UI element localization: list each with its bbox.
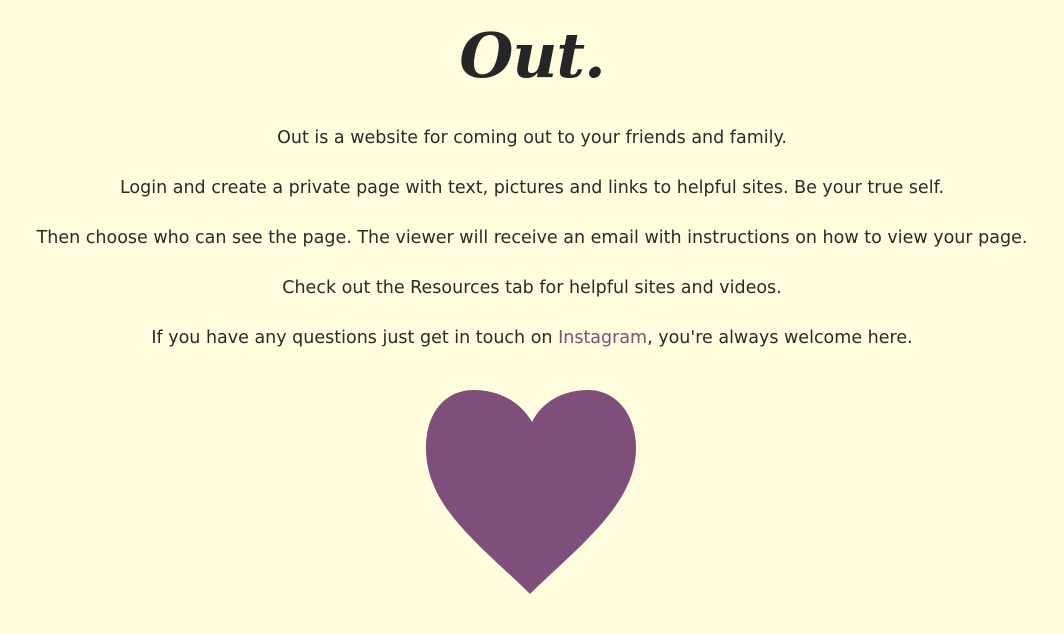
heart-icon bbox=[426, 390, 636, 594]
page-title: Out. bbox=[459, 19, 605, 92]
contact-text-after: , you're always welcome here. bbox=[647, 328, 913, 348]
intro-paragraph-5: If you have any questions just get in to… bbox=[0, 325, 1064, 375]
intro-paragraph-3: Then choose who can see the page. The vi… bbox=[36, 228, 1028, 248]
intro-text: Out is a website for coming out to your … bbox=[0, 125, 1064, 375]
intro-paragraph-2: Login and create a private page with tex… bbox=[119, 178, 945, 198]
contact-text-before: If you have any questions just get in to… bbox=[151, 328, 559, 348]
intro-paragraph-4: Check out the Resources tab for helpful … bbox=[282, 278, 782, 298]
page: Out. Out is a website for coming out to … bbox=[0, 0, 1064, 634]
heart-shape bbox=[426, 390, 636, 594]
intro-paragraph-1: Out is a website for coming out to your … bbox=[277, 128, 787, 148]
instagram-link[interactable]: Instagram bbox=[558, 328, 647, 348]
